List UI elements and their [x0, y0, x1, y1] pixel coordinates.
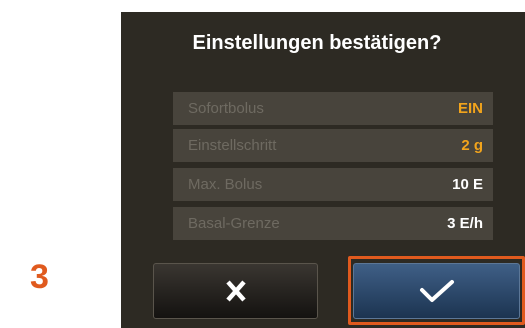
row-value: EIN	[457, 100, 483, 117]
cancel-button[interactable]	[153, 263, 318, 319]
row-value: 10 E	[452, 176, 483, 193]
settings-row-max-bolus: Max. Bolus 10 E	[173, 168, 493, 201]
step-number: 3	[30, 258, 49, 296]
confirm-button[interactable]	[353, 263, 520, 319]
close-icon	[225, 280, 246, 302]
row-value: 3 E/h	[447, 215, 483, 232]
row-label: Basal-Grenze	[188, 215, 280, 232]
settings-row-sofortbolus: Sofortbolus EIN	[173, 92, 493, 125]
settings-row-einstellschritt: Einstellschritt 2 g	[173, 129, 493, 162]
row-label: Max. Bolus	[188, 176, 263, 193]
device-screen: Einstellungen bestätigen? Sofortbolus EI…	[121, 12, 525, 328]
row-label: Sofortbolus	[188, 100, 264, 117]
dialog-title: Einstellungen bestätigen?	[192, 32, 442, 54]
checkmark-icon	[419, 280, 454, 302]
row-value: 2 g	[461, 137, 483, 154]
row-label: Einstellschritt	[188, 137, 277, 154]
settings-row-basal-grenze: Basal-Grenze 3 E/h	[173, 207, 493, 240]
